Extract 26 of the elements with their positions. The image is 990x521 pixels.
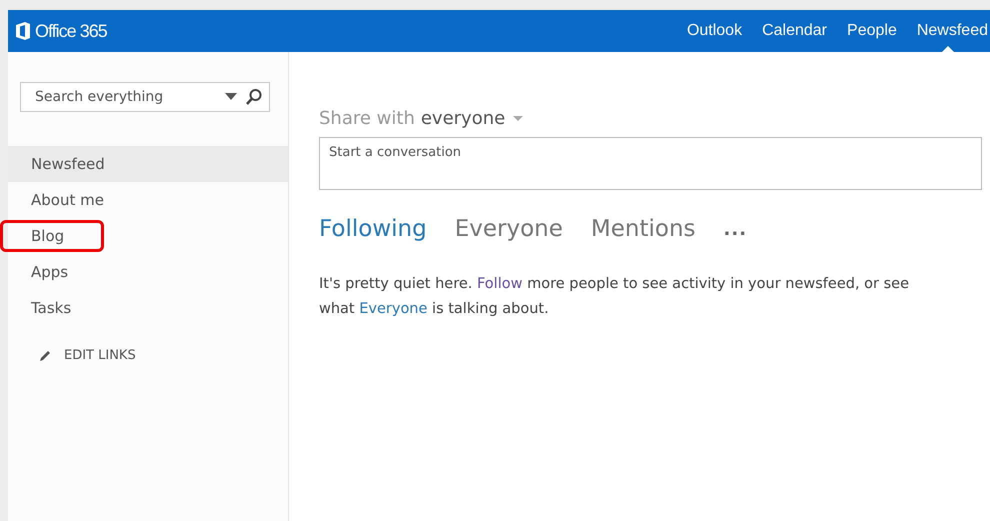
message-link[interactable]: Follow: [476, 276, 522, 292]
empty-feed-message: It's pretty quiet here. Follow more people to see activity in your newsfeed, or see what Everyone is talking about.: [319, 275, 910, 319]
search-field[interactable]: Search everything: [20, 82, 270, 112]
nav-link[interactable]: People: [837, 10, 907, 52]
sidebar-item[interactable]: Blog: [8, 218, 288, 254]
message-link[interactable]: Everyone: [359, 301, 428, 317]
search-icon[interactable]: [245, 88, 263, 106]
sidebar-item[interactable]: Tasks: [8, 290, 288, 326]
app-title: Office 365: [35, 20, 107, 42]
feed-tab[interactable]: Following: [319, 216, 427, 242]
audience-dropdown[interactable]: everyone: [420, 108, 524, 129]
edit-links-link[interactable]: EDIT LINKS: [38, 348, 288, 363]
sidebar-item[interactable]: Newsfeed: [8, 146, 288, 182]
sidebar-item[interactable]: About me: [8, 182, 288, 218]
nav-link[interactable]: Outlook: [676, 10, 752, 52]
conversation-field[interactable]: Start a conversation: [319, 137, 982, 190]
office-logo-icon: [15, 21, 31, 41]
feed-tab[interactable]: Mentions: [590, 216, 696, 242]
share-label: Share with: [319, 108, 415, 129]
feed-tab[interactable]: Everyone: [454, 216, 563, 242]
pencil-icon: [38, 348, 52, 362]
more-button[interactable]: ...: [724, 218, 748, 240]
nav-link[interactable]: Calendar: [752, 10, 838, 52]
sidebar-item[interactable]: Apps: [8, 254, 288, 290]
nav-link[interactable]: Newsfeed: [906, 10, 990, 52]
dropdown-caret-icon[interactable]: [225, 93, 237, 101]
